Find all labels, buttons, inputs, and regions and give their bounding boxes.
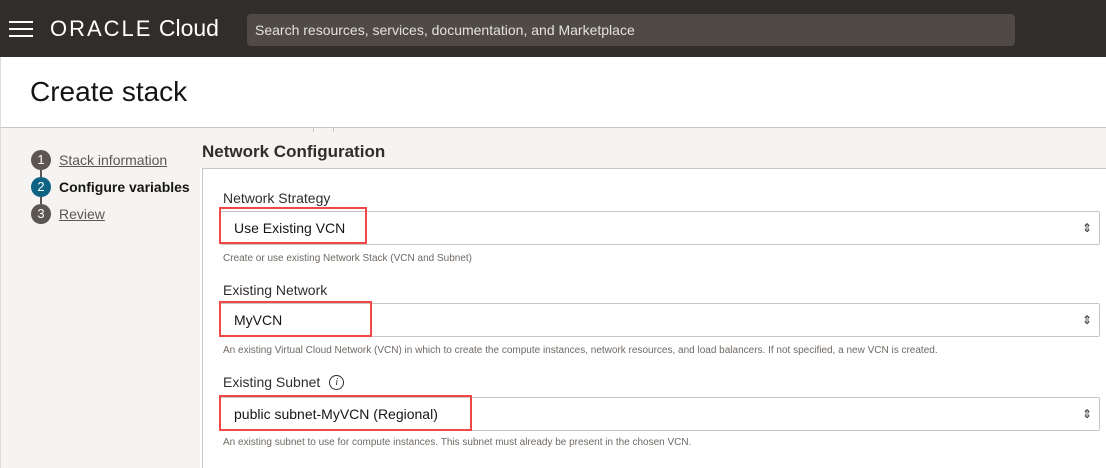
oracle-cloud-logo[interactable]: ORACLE Cloud — [50, 15, 219, 42]
step-label: Configure variables — [59, 179, 190, 195]
select-chevron-icon: ⇕ — [1081, 407, 1092, 421]
top-header: ORACLE Cloud Search resources, services,… — [0, 0, 1106, 57]
step-label[interactable]: Stack information — [59, 152, 167, 168]
section-title: Network Configuration — [202, 142, 386, 161]
divider — [313, 128, 314, 132]
step-configure-variables: 2 Configure variables — [31, 177, 190, 197]
step-number: 1 — [31, 150, 51, 170]
step-label[interactable]: Review — [59, 206, 105, 222]
page-title: Create stack — [30, 76, 188, 107]
existing-subnet-select[interactable]: public subnet-MyVCN (Regional) ⇕ — [220, 397, 1100, 431]
product-text: Cloud — [158, 15, 219, 41]
step-stack-information[interactable]: 1 Stack information — [31, 150, 167, 170]
network-strategy-label: Network Strategy — [223, 190, 331, 206]
network-strategy-help: Create or use existing Network Stack (VC… — [223, 253, 472, 264]
network-strategy-select[interactable]: Use Existing VCN ⇕ — [220, 211, 1100, 245]
divider — [333, 128, 334, 132]
search-input[interactable]: Search resources, services, documentatio… — [247, 14, 1015, 46]
existing-subnet-label: Existing Subnet i — [223, 374, 345, 390]
select-chevron-icon: ⇕ — [1081, 221, 1092, 235]
brand-text: ORACLE — [50, 16, 153, 41]
selected-value: Use Existing VCN — [234, 220, 346, 236]
label-text: Existing Subnet — [223, 374, 321, 390]
step-number: 3 — [31, 204, 51, 224]
info-icon[interactable]: i — [329, 374, 345, 390]
existing-network-help: An existing Virtual Cloud Network (VCN) … — [223, 345, 938, 356]
menu-icon[interactable] — [9, 21, 33, 37]
existing-network-label: Existing Network — [223, 282, 328, 298]
selected-value: MyVCN — [234, 312, 283, 328]
title-bar: Create stack — [0, 57, 1106, 128]
selected-value: public subnet-MyVCN (Regional) — [234, 406, 438, 422]
select-chevron-icon: ⇕ — [1081, 313, 1092, 327]
step-connector — [40, 170, 42, 177]
step-number: 2 — [31, 177, 51, 197]
existing-subnet-help: An existing subnet to use for compute in… — [223, 437, 692, 448]
existing-network-select[interactable]: MyVCN ⇕ — [220, 303, 1100, 337]
step-review[interactable]: 3 Review — [31, 204, 105, 224]
step-connector — [40, 197, 42, 204]
